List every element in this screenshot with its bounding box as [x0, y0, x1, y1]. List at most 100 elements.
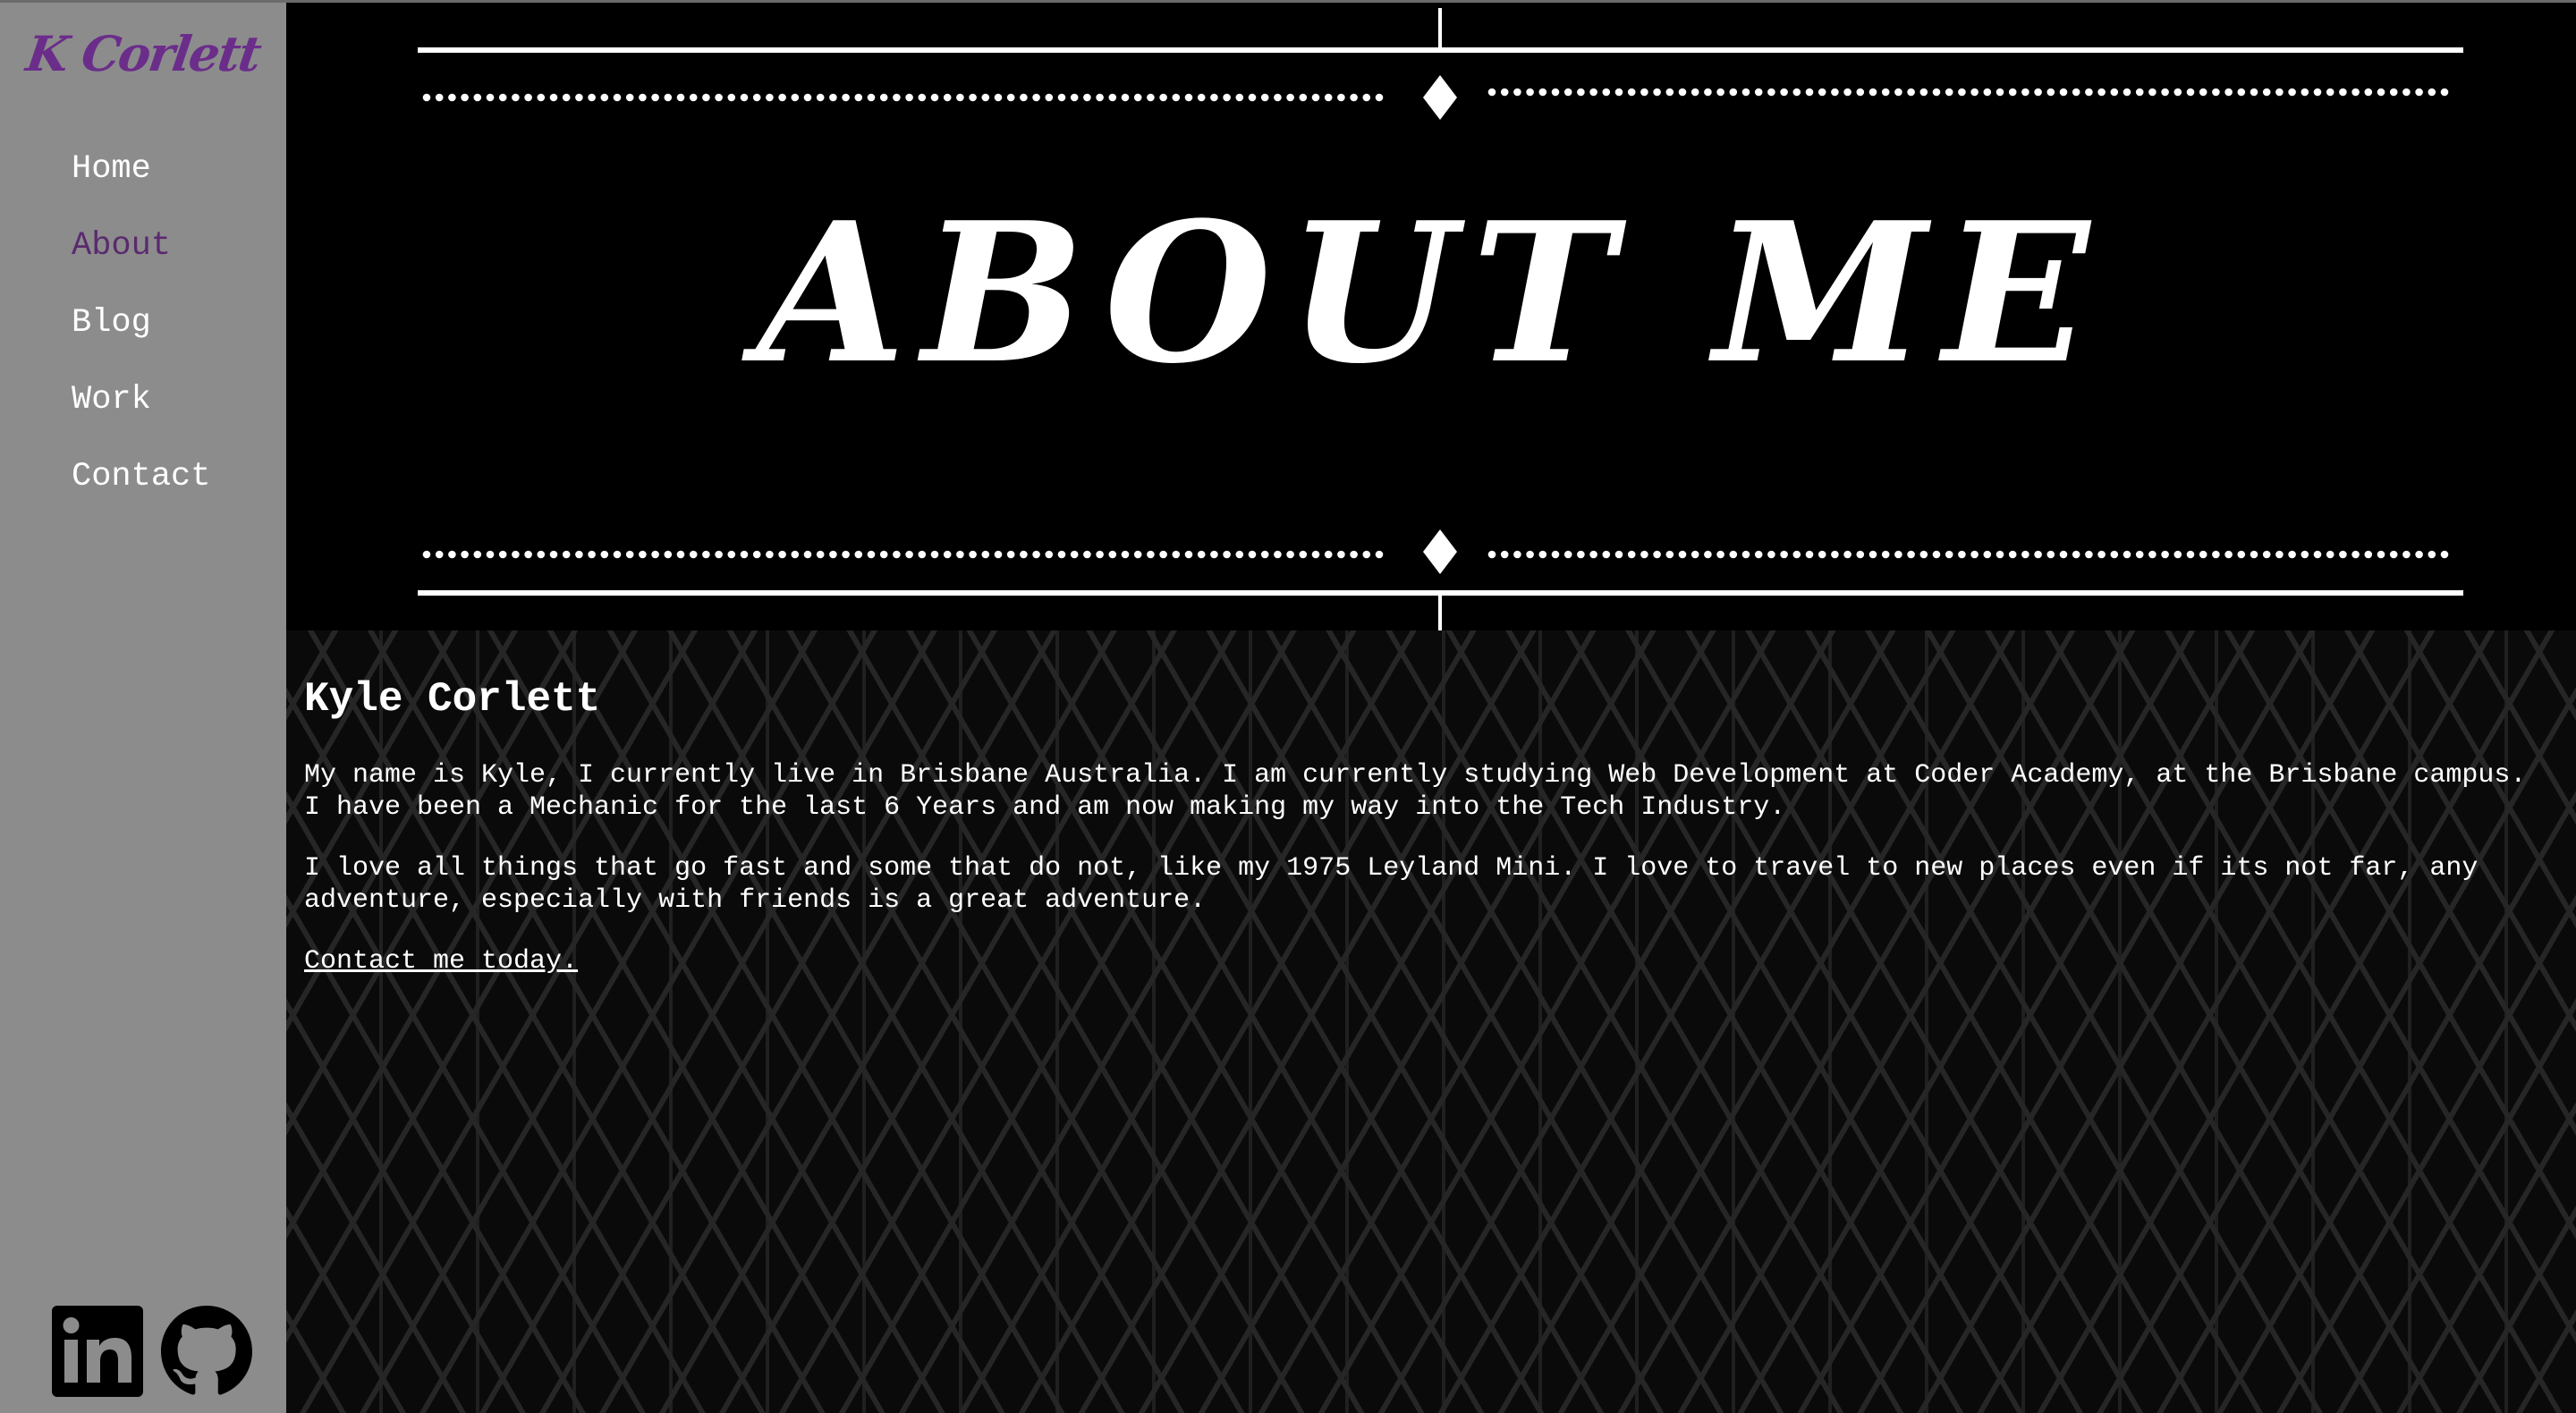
ornament-dot [1970, 550, 1979, 559]
contact-link[interactable]: Contact me today. [304, 945, 578, 977]
ornament-dot [1286, 550, 1294, 559]
ornament-dot [2186, 550, 2195, 559]
ornament-dot [816, 93, 825, 102]
nav-item-contact[interactable]: Contact [72, 452, 210, 529]
ornament-dot [1640, 550, 1648, 559]
site-logo[interactable]: K Corlett [22, 22, 266, 85]
ornament-dot [1032, 93, 1040, 102]
ornament-dot [2110, 88, 2119, 97]
ornament-dot [1311, 550, 1320, 559]
ornament-dot [435, 93, 444, 102]
social-links [52, 1306, 252, 1397]
ornament-dot [651, 93, 659, 102]
ornament-dot [981, 550, 990, 559]
ornament-dot [600, 550, 609, 559]
ornament-dot [1159, 550, 1167, 559]
ornament-dot [1716, 550, 1724, 559]
ornament-dot [1945, 88, 1953, 97]
ornament-dot [766, 550, 774, 559]
ornament-dot [1767, 550, 1775, 559]
ornament-dot [1487, 88, 1496, 97]
ornament-dot [1945, 550, 1953, 559]
ornament-dot [2110, 550, 2119, 559]
ornament-dot [1487, 550, 1496, 559]
ornament-dot [1324, 550, 1333, 559]
ornament-dot [2161, 88, 2169, 97]
ornament-dot [752, 550, 761, 559]
ornament-dot [2021, 550, 2029, 559]
ornament-dot [1678, 88, 1687, 97]
ornament-dot [1375, 93, 1384, 102]
ornament-dot [625, 93, 634, 102]
ornament-dot [1210, 93, 1218, 102]
ornament-dot [2123, 550, 2131, 559]
ornament-dot [1045, 93, 1054, 102]
ornament-dot [2097, 550, 2106, 559]
ornament-dot [1932, 550, 1941, 559]
ornament-dot [2339, 88, 2347, 97]
ornament-dot [1133, 93, 1142, 102]
ornament-dot [994, 93, 1003, 102]
ornament-dot [1640, 88, 1648, 97]
ornament-dot [2301, 550, 2309, 559]
ornament-dot [2402, 550, 2411, 559]
ornament-dot [613, 550, 622, 559]
ornament-dot [918, 550, 927, 559]
ornament-dot [1551, 88, 1560, 97]
ornament-dot [766, 93, 774, 102]
ornament-dot [1274, 550, 1282, 559]
ornament-dot [1614, 550, 1623, 559]
ornament-dot [1147, 93, 1155, 102]
ornament-dot [498, 93, 507, 102]
ornament-dot [2377, 550, 2385, 559]
ornament-dot [2008, 88, 2017, 97]
ornament-dot [1678, 550, 1687, 559]
ornament-dot [2339, 550, 2347, 559]
ornament-dot [1299, 93, 1308, 102]
nav-item-blog[interactable]: Blog [72, 298, 210, 375]
ornament-dot [2199, 550, 2207, 559]
ornament-dot [943, 93, 952, 102]
ornament-dot [740, 550, 749, 559]
nav-item-home[interactable]: Home [72, 144, 210, 221]
ornament-dot [956, 93, 964, 102]
ornament-dot [1045, 550, 1054, 559]
ornament-dot [2351, 88, 2360, 97]
ornament-dot [1907, 88, 1915, 97]
github-icon[interactable] [161, 1306, 252, 1397]
linkedin-icon[interactable] [52, 1306, 143, 1397]
ornament-dot [842, 550, 850, 559]
ornament-dot [2135, 88, 2144, 97]
ornament-dot [2097, 88, 2106, 97]
ornament-dot [1526, 88, 1534, 97]
ornament-dot [969, 550, 977, 559]
ornament-dot [1856, 88, 1865, 97]
ornament-dot [2059, 550, 2068, 559]
page-banner: ABOUT ME [286, 3, 2576, 630]
ornament-dot [1248, 550, 1257, 559]
ornament-dot [1538, 88, 1547, 97]
ornament-dot [791, 550, 800, 559]
ornament-dot [1818, 88, 1826, 97]
ornament-dot [1894, 88, 1902, 97]
ornament-dot [1500, 550, 1509, 559]
ornament-dot [1538, 550, 1547, 559]
ornament-dot [791, 93, 800, 102]
ornament-dot [1159, 93, 1167, 102]
ornament-dot [2275, 88, 2284, 97]
ornament-dot [981, 93, 990, 102]
nav-item-about[interactable]: About [72, 221, 210, 298]
ornament-dot [1881, 550, 1890, 559]
nav-item-work[interactable]: Work [72, 375, 210, 452]
author-name: Kyle Corlett [304, 676, 601, 723]
ornament-dot [1057, 550, 1066, 559]
ornament-dot [2262, 550, 2271, 559]
ornament-dot [1248, 93, 1257, 102]
ornament-dot [2186, 88, 2195, 97]
ornament-dot [689, 550, 698, 559]
ornament-dot [549, 550, 558, 559]
ornament-dot [1006, 93, 1015, 102]
ornament-dot [1958, 88, 1966, 97]
ornament-dot [1792, 88, 1801, 97]
ornament-dot [1881, 88, 1890, 97]
